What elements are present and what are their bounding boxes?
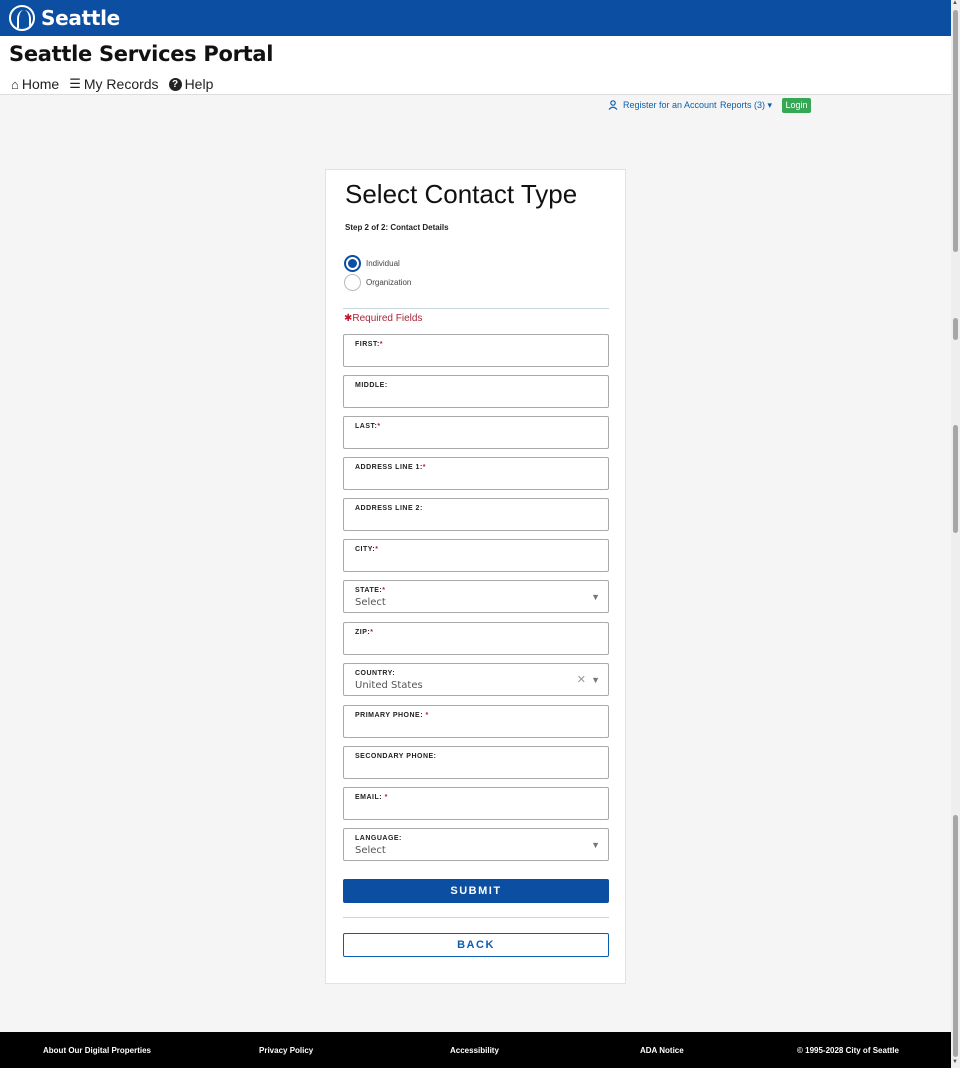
register-label: Register for an Account: [623, 100, 717, 110]
address-line-1-field[interactable]: ADDRESS LINE 1:*: [343, 457, 609, 490]
scroll-down-icon[interactable]: ▼: [952, 1059, 958, 1065]
utility-bar: Register for an Account Reports (3) ▾ Lo…: [0, 98, 951, 114]
main-nav: ⌂ Home ☰ My Records ? Help: [11, 76, 213, 92]
register-link[interactable]: Register for an Account: [608, 100, 717, 110]
field-label: ZIP:*: [355, 629, 374, 636]
field-label: MIDDLE:: [355, 382, 388, 389]
footer-link-privacy[interactable]: Privacy Policy: [259, 1046, 313, 1055]
country-select[interactable]: COUNTRY: United States ✕ ▼: [343, 663, 609, 696]
email-field[interactable]: EMAIL: *: [343, 787, 609, 820]
user-icon: [608, 100, 618, 110]
nav-item-help[interactable]: ? Help: [168, 76, 214, 92]
field-value: Select: [355, 845, 386, 856]
last-name-field[interactable]: LAST:*: [343, 416, 609, 449]
field-label: FIRST:*: [355, 341, 384, 348]
dropdown-arrow-icon[interactable]: ▼: [591, 592, 600, 602]
page-title: Seattle Services Portal: [9, 42, 274, 66]
primary-phone-field[interactable]: PRIMARY PHONE: *: [343, 705, 609, 738]
required-fields-text: Required Fields: [352, 313, 423, 324]
radio-individual[interactable]: Individual: [344, 255, 400, 272]
brand-name[interactable]: Seattle: [41, 6, 120, 30]
nav-item-label: Home: [21, 76, 60, 92]
caret-down-icon: ▾: [767, 100, 773, 110]
radio-label: Individual: [366, 259, 400, 268]
nav-item-label: Help: [184, 76, 214, 92]
middle-name-field[interactable]: MIDDLE:: [343, 375, 609, 408]
field-label: LAST:*: [355, 423, 381, 430]
field-label: SECONDARY PHONE:: [355, 753, 437, 760]
nav-item-home[interactable]: ⌂ Home: [11, 76, 59, 92]
footer-link-accessibility[interactable]: Accessibility: [450, 1046, 499, 1055]
radio-button[interactable]: [344, 255, 361, 272]
nav-item-label: My Records: [83, 76, 159, 92]
form-title: Select Contact Type: [345, 179, 578, 209]
reports-label: Reports (3): [720, 100, 766, 110]
footer-link-digital-properties[interactable]: About Our Digital Properties: [43, 1046, 151, 1055]
field-label: ADDRESS LINE 2:: [355, 505, 423, 512]
scrollbar-thumb[interactable]: [953, 318, 958, 340]
home-icon: ⌂: [11, 76, 19, 92]
scroll-up-icon[interactable]: ▲: [952, 0, 958, 6]
list-icon: ☰: [69, 76, 81, 91]
field-label: COUNTRY:: [355, 670, 396, 677]
help-icon: ?: [168, 77, 182, 91]
field-value: Select: [355, 597, 386, 608]
field-value: United States: [355, 680, 423, 691]
scrollbar-thumb[interactable]: [953, 425, 958, 533]
state-select[interactable]: STATE:* Select ▼: [343, 580, 609, 613]
submit-button[interactable]: SUBMIT: [343, 879, 609, 903]
language-select[interactable]: LANGUAGE: Select ▼: [343, 828, 609, 861]
divider: [343, 308, 609, 309]
divider: [343, 917, 609, 918]
footer: About Our Digital Properties Privacy Pol…: [0, 1032, 951, 1068]
seattle-seal-icon[interactable]: [9, 5, 35, 31]
clear-icon[interactable]: ✕: [577, 673, 586, 686]
portal-header: Seattle Services Portal ⌂ Home ☰ My Reco…: [0, 36, 951, 95]
radio-label: Organization: [366, 278, 412, 287]
reports-dropdown[interactable]: Reports (3) ▾: [720, 100, 772, 111]
secondary-phone-field[interactable]: SECONDARY PHONE:: [343, 746, 609, 779]
first-name-field[interactable]: FIRST:*: [343, 334, 609, 367]
page-scrollbar[interactable]: ▲ ▼: [951, 0, 960, 1068]
contact-form-card: Select Contact Type Step 2 of 2: Contact…: [325, 169, 626, 984]
dropdown-arrow-icon[interactable]: ▼: [591, 840, 600, 850]
field-label: PRIMARY PHONE: *: [355, 712, 429, 719]
field-label: STATE:*: [355, 587, 386, 594]
back-button[interactable]: BACK: [343, 933, 609, 957]
zip-field[interactable]: ZIP:*: [343, 622, 609, 655]
city-field[interactable]: CITY:*: [343, 539, 609, 572]
field-label: ADDRESS LINE 1:*: [355, 464, 427, 471]
radio-button[interactable]: [344, 274, 361, 291]
required-fields-note: ✱Required Fields: [344, 313, 422, 324]
login-button[interactable]: Login: [782, 98, 811, 113]
scrollbar-thumb[interactable]: [953, 10, 958, 252]
top-bar: Seattle: [0, 0, 951, 36]
radio-organization[interactable]: Organization: [344, 274, 411, 291]
footer-link-ada-notice[interactable]: ADA Notice: [640, 1046, 684, 1055]
field-label: LANGUAGE:: [355, 835, 402, 842]
scrollbar-thumb[interactable]: [953, 815, 958, 1057]
field-label: CITY:*: [355, 546, 379, 553]
address-line-2-field[interactable]: ADDRESS LINE 2:: [343, 498, 609, 531]
field-label: EMAIL: *: [355, 794, 388, 801]
step-indicator: Step 2 of 2: Contact Details: [345, 223, 449, 232]
nav-item-my-records[interactable]: ☰ My Records: [69, 76, 158, 92]
dropdown-arrow-icon[interactable]: ▼: [591, 675, 600, 685]
footer-copyright: © 1995-2028 City of Seattle: [797, 1046, 899, 1055]
